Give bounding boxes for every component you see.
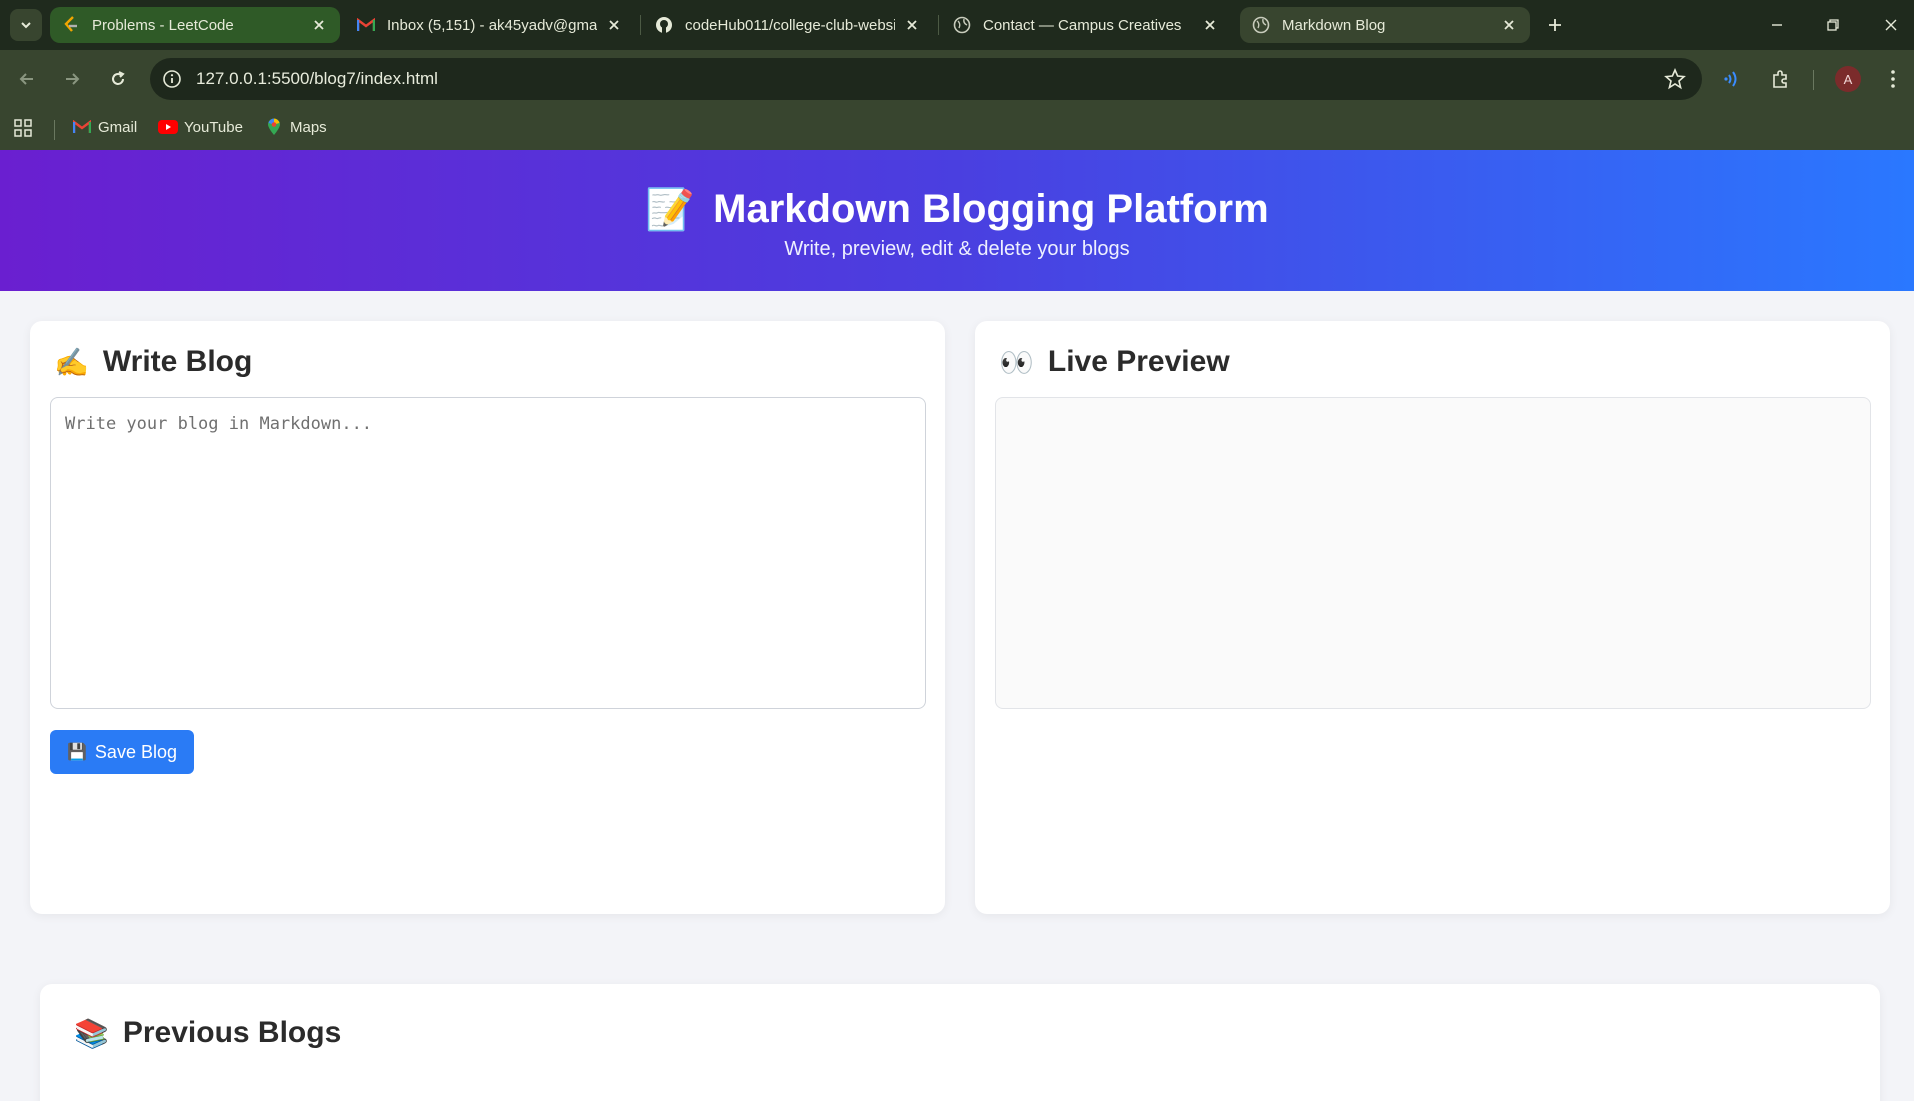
books-icon: 📚 (74, 1017, 109, 1049)
chevron-down-icon (21, 22, 31, 29)
write-blog-card: ✍️ Write Blog 💾 Save Blog (30, 321, 945, 914)
github-icon (655, 16, 673, 34)
previous-blogs-heading-text: Previous Blogs (122, 1016, 342, 1049)
close-icon[interactable] (903, 16, 921, 34)
bookmark-separator (54, 120, 55, 140)
extension-cast-icon[interactable] (1721, 66, 1747, 92)
minimize-icon (1772, 24, 1782, 26)
url-text: 127.0.0.1:5500/blog7/index.html (196, 69, 438, 88)
site-info-icon[interactable] (162, 69, 182, 89)
youtube-icon (158, 118, 178, 136)
write-blog-heading-text: Write Blog (102, 345, 253, 378)
gmail-icon (72, 118, 92, 136)
tab-title: codeHub011/college-club-website (685, 16, 895, 34)
site-header: 📝 Markdown Blogging Platform Write, prev… (0, 150, 1914, 291)
writing-hand-icon: ✍️ (54, 346, 89, 378)
minimize-button[interactable] (1762, 12, 1792, 38)
profile-avatar[interactable]: A (1835, 66, 1861, 92)
close-icon[interactable] (605, 16, 623, 34)
floppy-disk-icon: 💾 (67, 744, 87, 761)
memo-icon: 📝 (645, 188, 696, 232)
avatar-letter: A (1843, 71, 1853, 87)
apps-grid-icon[interactable] (14, 119, 32, 137)
live-preview-heading: 👀 Live Preview (999, 345, 1230, 379)
write-blog-heading: ✍️ Write Blog (54, 345, 252, 379)
bookmark-label: Gmail (98, 118, 138, 136)
restore-icon (1827, 19, 1839, 31)
address-bar[interactable]: 127.0.0.1:5500/blog7/index.html (150, 58, 1702, 100)
live-preview-card: 👀 Live Preview (975, 321, 1890, 914)
tab-gmail[interactable]: Inbox (5,151) - ak45yadv@gmail.com (345, 7, 635, 43)
reload-button[interactable] (103, 64, 133, 94)
browser-tab-bar: Problems - LeetCode Inbox (5,151) - ak45… (0, 0, 1914, 50)
tab-title: Markdown Blog (1282, 16, 1386, 34)
bookmark-maps[interactable]: Maps (264, 118, 327, 136)
tab-title: Problems - LeetCode (92, 16, 234, 34)
markdown-input[interactable] (50, 397, 926, 709)
globe-icon (953, 16, 971, 34)
tab-markdown-blog[interactable]: Markdown Blog (1240, 7, 1530, 43)
extensions-puzzle-icon[interactable] (1768, 66, 1794, 92)
bookmark-label: YouTube (184, 118, 243, 136)
page-subtitle: Write, preview, edit & delete your blogs (784, 238, 1130, 260)
bookmarks-bar: Gmail YouTube Maps (0, 108, 1914, 150)
tab-title: Inbox (5,151) - ak45yadv@gmail.com (387, 16, 597, 34)
toolbar-separator (1813, 70, 1814, 90)
previous-blogs-heading: 📚 Previous Blogs (74, 1016, 341, 1050)
eyes-icon: 👀 (999, 346, 1034, 378)
bookmark-youtube[interactable]: YouTube (158, 118, 243, 136)
arrow-right-icon (66, 73, 80, 85)
restore-button[interactable] (1818, 12, 1848, 38)
leetcode-icon (62, 16, 80, 34)
previous-blogs-card: 📚 Previous Blogs (40, 984, 1880, 1101)
browser-toolbar: 127.0.0.1:5500/blog7/index.html A (0, 50, 1914, 108)
live-preview-heading-text: Live Preview (1047, 345, 1230, 378)
close-icon[interactable] (1500, 16, 1518, 34)
gmail-icon (357, 16, 375, 34)
window-close-button[interactable] (1876, 12, 1906, 38)
plus-icon (1549, 19, 1561, 31)
tab-leetcode[interactable]: Problems - LeetCode (50, 7, 340, 43)
new-tab-button[interactable] (1542, 12, 1568, 38)
bookmark-label: Maps (290, 118, 327, 136)
page-content: 📝 Markdown Blogging Platform Write, prev… (0, 150, 1914, 1101)
reload-icon (112, 71, 125, 85)
globe-icon (1252, 16, 1270, 34)
preview-pane (995, 397, 1871, 709)
tab-separator (938, 15, 939, 35)
close-icon[interactable] (310, 16, 328, 34)
back-button[interactable] (12, 64, 42, 94)
close-icon[interactable] (1201, 16, 1219, 34)
bookmark-gmail[interactable]: Gmail (72, 118, 137, 136)
tab-contact[interactable]: Contact — Campus Creatives (941, 7, 1231, 43)
tab-search-button[interactable] (10, 9, 42, 41)
tab-separator (640, 15, 641, 35)
close-icon (1885, 19, 1897, 31)
page-title: 📝 Markdown Blogging Platform (0, 186, 1914, 233)
save-blog-button[interactable]: 💾 Save Blog (50, 730, 194, 774)
menu-kebab-icon[interactable] (1880, 66, 1906, 92)
save-blog-label: Save Blog (94, 741, 177, 762)
tab-title: Contact — Campus Creatives (983, 16, 1182, 34)
arrow-left-icon (19, 73, 33, 85)
bookmark-star-icon[interactable] (1664, 68, 1686, 90)
tab-github[interactable]: codeHub011/college-club-website (643, 7, 933, 43)
forward-button[interactable] (57, 64, 87, 94)
page-title-text: Markdown Blogging Platform (713, 187, 1269, 231)
maps-pin-icon (264, 118, 284, 136)
